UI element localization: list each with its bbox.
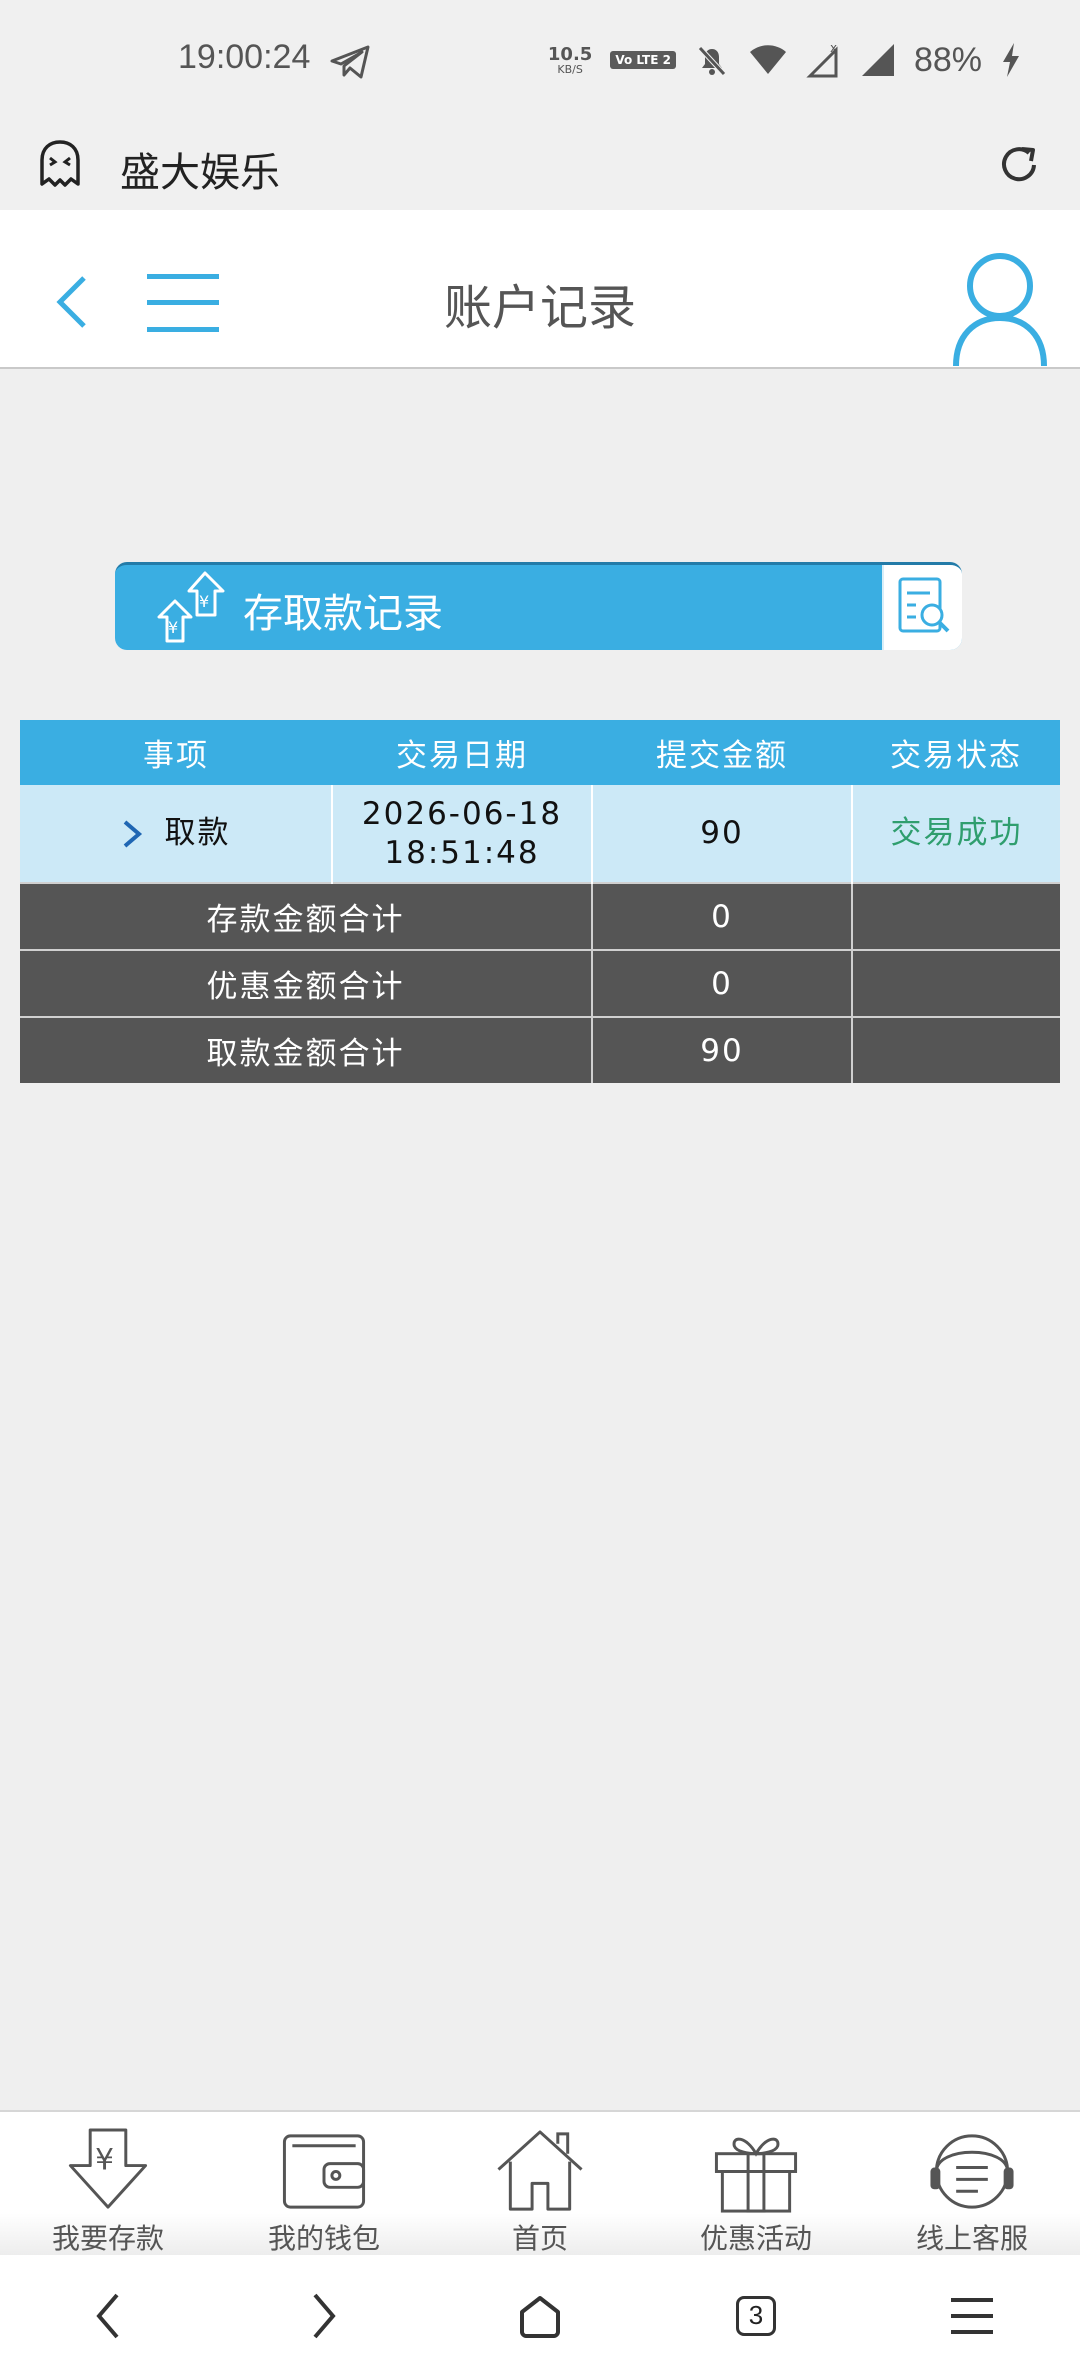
home-outline-icon xyxy=(520,2295,560,2338)
record-search-button[interactable] xyxy=(882,565,962,650)
nav-tabs-button[interactable]: 3 xyxy=(726,2286,786,2346)
wallet-icon xyxy=(282,2134,366,2209)
summary-value: 90 xyxy=(592,1016,853,1083)
ghost-logo-icon xyxy=(40,140,80,187)
row-item-label: 取款 xyxy=(164,815,231,852)
row-time: 18:51:48 xyxy=(384,834,540,871)
tab-promotions[interactable]: 优惠活动 xyxy=(648,2112,864,2257)
column-header-status: 交易状态 xyxy=(852,720,1060,785)
row-date-cell: 2026-06-18 18:51:48 xyxy=(332,785,593,883)
column-header-item: 事项 xyxy=(20,720,332,785)
nav-back-button[interactable] xyxy=(78,2286,138,2346)
refresh-icon[interactable] xyxy=(994,140,1044,190)
tab-home[interactable]: 首页 xyxy=(432,2112,648,2257)
nav-forward-button[interactable] xyxy=(294,2286,354,2346)
signal-x-icon: x xyxy=(806,42,838,78)
status-time: 19:00:24 xyxy=(178,38,311,76)
svg-text:¥: ¥ xyxy=(199,592,209,611)
tab-label: 线上客服 xyxy=(915,2222,1028,2255)
summary-label: 优惠金额合计 xyxy=(20,949,593,1017)
exchange-money-icon: ¥ ¥ xyxy=(157,571,225,643)
volte-badge: Vo LTE 2 xyxy=(610,51,676,69)
summary-row-deposit: 存款金额合计 0 xyxy=(20,882,1060,950)
battery-percent: 88% xyxy=(913,40,982,79)
column-header-amount: 提交金额 xyxy=(592,720,852,785)
network-speed: 10.5 KB/S xyxy=(547,43,593,76)
tab-wallet[interactable]: 我的钱包 xyxy=(216,2112,432,2257)
status-indicators: 10.5 KB/S Vo LTE 2 x 88% xyxy=(548,36,1022,84)
row-amount: 90 xyxy=(592,785,853,883)
chevron-left-icon xyxy=(96,2293,119,2338)
row-item-cell[interactable]: 取款 xyxy=(20,785,333,883)
charging-icon xyxy=(1003,43,1019,77)
deposit-icon: ¥ xyxy=(68,2128,148,2209)
app-title: 盛大娱乐 xyxy=(120,150,280,196)
records-table: 事项 交易日期 提交金额 交易状态 取款 2026-06-18 18:51:48… xyxy=(20,720,1060,1083)
summary-row-withdraw: 取款金额合计 90 xyxy=(20,1016,1060,1083)
summary-value: 0 xyxy=(592,949,853,1017)
network-speed-value: 10.5 xyxy=(547,43,593,65)
chevron-right-icon[interactable] xyxy=(121,819,143,849)
tab-deposit[interactable]: ¥ 我要存款 xyxy=(0,2112,216,2257)
support-icon xyxy=(930,2134,1014,2209)
page-title: 账户记录 xyxy=(443,280,636,336)
nav-menu-button[interactable] xyxy=(942,2286,1002,2346)
table-header-row: 事项 交易日期 提交金额 交易状态 xyxy=(20,720,1060,785)
table-row[interactable]: 取款 2026-06-18 18:51:48 90 交易成功 xyxy=(20,785,1060,883)
row-status: 交易成功 xyxy=(852,785,1060,883)
system-nav-bar: 3 xyxy=(0,2255,1080,2376)
row-date: 2026-06-18 xyxy=(361,795,563,832)
signal-icon xyxy=(861,44,894,76)
telegram-icon xyxy=(330,45,370,79)
svg-text:x: x xyxy=(830,42,837,55)
bottom-tab-bar: ¥ 我要存款 我的钱包 首页 优惠活动 线上客服 xyxy=(0,2110,1080,2257)
summary-row-bonus: 优惠金额合计 0 xyxy=(20,949,1060,1017)
svg-text:¥: ¥ xyxy=(168,618,178,637)
summary-empty-cell xyxy=(852,882,1060,950)
banner-label: 存取款记录 xyxy=(243,591,443,637)
wifi-icon xyxy=(749,45,786,74)
summary-label: 存款金额合计 xyxy=(20,882,593,950)
user-avatar-icon[interactable] xyxy=(950,248,1050,366)
summary-empty-cell xyxy=(852,949,1060,1017)
network-speed-unit: KB/S xyxy=(557,62,583,76)
status-bar: 19:00:24 10.5 KB/S Vo LTE 2 x 88% xyxy=(0,0,1080,120)
document-search-icon xyxy=(898,577,950,633)
summary-empty-cell xyxy=(852,1016,1060,1083)
gift-icon xyxy=(714,2137,798,2213)
home-icon xyxy=(497,2130,583,2211)
summary-value: 0 xyxy=(592,882,853,950)
nav-home-button[interactable] xyxy=(510,2286,570,2346)
tab-label: 我的钱包 xyxy=(267,2222,380,2255)
section-banner: ¥ ¥ 存取款记录 xyxy=(115,562,962,650)
summary-label: 取款金额合计 xyxy=(20,1016,593,1083)
tabs-count-badge: 3 xyxy=(736,2295,776,2336)
menu-lines-icon xyxy=(951,2297,993,2334)
tab-support[interactable]: 线上客服 xyxy=(864,2112,1080,2257)
page-header: 账户记录 xyxy=(0,210,1080,369)
column-header-date: 交易日期 xyxy=(332,720,592,785)
svg-text:¥: ¥ xyxy=(95,2142,114,2177)
tab-label: 首页 xyxy=(511,2222,568,2255)
app-bar: 盛大娱乐 xyxy=(0,120,1080,210)
tab-label: 我要存款 xyxy=(51,2222,164,2255)
chevron-right-icon xyxy=(313,2293,336,2338)
tab-label: 优惠活动 xyxy=(699,2222,812,2255)
mute-icon xyxy=(698,46,726,76)
